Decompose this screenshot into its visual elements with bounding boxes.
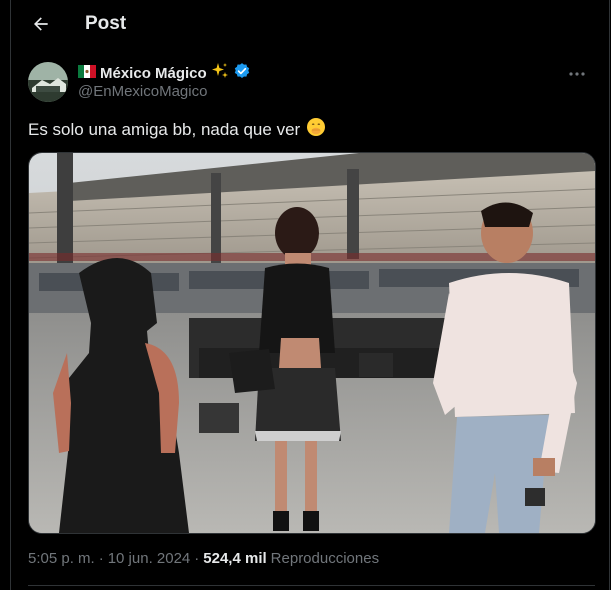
- face-with-hand-over-mouth-icon: [306, 117, 326, 142]
- author-display-name: México Mágico: [100, 64, 207, 82]
- arrow-left-icon: [34, 17, 48, 31]
- page-title: Post: [85, 13, 127, 34]
- meta-separator: ·: [98, 550, 104, 567]
- divider: [28, 585, 595, 586]
- avatar[interactable]: [28, 62, 68, 102]
- more-dots-icon: [569, 72, 585, 76]
- author-handle[interactable]: @EnMexicoMagico: [78, 83, 207, 100]
- mexico-flag-icon: [78, 64, 96, 82]
- post-author: México Mágico @EnMexicoMagico: [28, 60, 597, 104]
- sparkles-icon: [211, 62, 229, 84]
- post-meta: 5:05 p. m. · 10 jun. 2024 · 524,4 mil Re…: [28, 550, 379, 567]
- back-button[interactable]: [23, 6, 59, 42]
- post-text: Es solo una amiga bb, nada que ver: [28, 117, 326, 142]
- author-name-row[interactable]: México Mágico: [78, 62, 251, 84]
- verified-badge-icon: [233, 62, 251, 84]
- views-label: Reproducciones: [270, 550, 380, 567]
- post-photo[interactable]: [28, 152, 596, 534]
- meta-separator-2: ·: [194, 550, 200, 567]
- column-border-left: [10, 0, 11, 590]
- post-text-content: Es solo una amiga bb, nada que ver: [28, 119, 301, 139]
- post-time[interactable]: 5:05 p. m.: [28, 550, 95, 567]
- post-date[interactable]: 10 jun. 2024: [108, 550, 191, 567]
- post-header: Post: [11, 0, 609, 48]
- more-options-button[interactable]: [563, 62, 591, 86]
- views-count: 524,4 mil: [203, 550, 267, 567]
- column-border-right: [609, 0, 610, 590]
